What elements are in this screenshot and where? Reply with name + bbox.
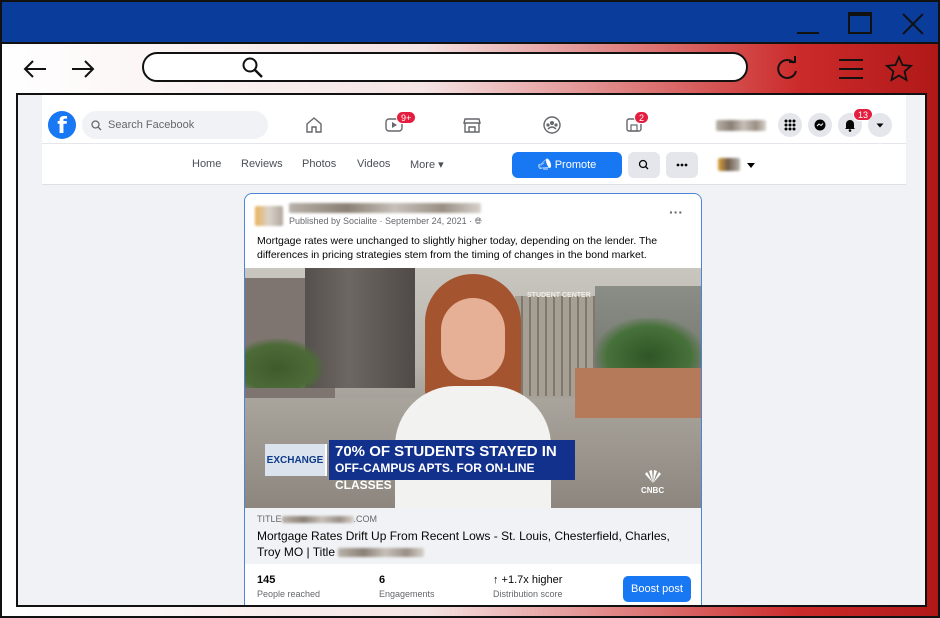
stat-engagements: 6 Engagements [379, 574, 435, 599]
reload-icon[interactable] [772, 54, 802, 84]
domain-redacted [281, 516, 354, 523]
account-menu-button[interactable] [868, 113, 892, 137]
post-video[interactable]: STUDENT CENTER EXCHANGE 70% OF STUDENTS … [245, 268, 701, 508]
post-options-button[interactable]: ··· [669, 204, 683, 220]
cnbc-logo: CNBC [641, 470, 665, 495]
minimize-icon[interactable] [794, 10, 822, 36]
brick-wall [575, 368, 701, 418]
facebook-search-input[interactable]: Search Facebook [82, 111, 268, 139]
search-icon [91, 120, 102, 131]
boost-post-button[interactable]: Boost post [623, 576, 691, 602]
post-card: Published by Socialite · September 24, 2… [244, 193, 702, 605]
post-meta-text: Published by Socialite · September 24, 2… [289, 216, 473, 226]
link-domain-suffix: .COM [353, 514, 378, 524]
close-icon[interactable] [900, 10, 928, 36]
distribution-label: Distribution score [493, 589, 563, 599]
search-icon [638, 159, 649, 170]
search-placeholder: Search Facebook [108, 119, 195, 131]
page-name-redacted [289, 203, 481, 213]
post-meta: Published by Socialite · September 24, 2… [289, 216, 482, 227]
caret-down-icon[interactable] [746, 160, 756, 170]
post-text: Mortgage rates were unchanged to slightl… [257, 235, 658, 261]
page-more-button[interactable] [666, 152, 698, 178]
engagements-value: 6 [379, 574, 386, 586]
marketplace-icon[interactable] [462, 115, 482, 135]
search-icon [242, 57, 263, 78]
page-avatar-redacted[interactable] [718, 158, 740, 171]
engagements-label: Engagements [379, 589, 435, 599]
peacock-icon [645, 470, 661, 483]
link-domain: TITLE .COM [257, 514, 691, 524]
watch-badge: 9+ [396, 111, 417, 124]
caret-down-icon [876, 123, 884, 128]
more-dots-icon [676, 163, 688, 167]
presenter-face [441, 298, 505, 380]
trees [245, 338, 325, 388]
link-domain-prefix: TITLE [257, 514, 282, 524]
notification-center-badge: 2 [634, 111, 650, 124]
bookmark-star-icon[interactable] [884, 54, 914, 84]
forward-arrow-icon[interactable] [68, 54, 98, 84]
promote-button[interactable]: 📣︎ Promote [512, 152, 622, 178]
headline-line2: OFF-CAMPUS APTS. FOR ON-LINE CLASSES [335, 461, 535, 492]
profile-name-redacted [716, 120, 766, 131]
reach-value: 145 [257, 574, 276, 586]
tab-videos[interactable]: Videos [357, 158, 390, 170]
tab-reviews[interactable]: Reviews [241, 158, 283, 170]
window-titlebar [2, 2, 938, 44]
back-arrow-icon[interactable] [20, 54, 50, 84]
page-subnav: Home Reviews Photos Videos More ▾ 📣︎ Pro… [42, 143, 906, 185]
messenger-icon [814, 119, 826, 131]
title-redacted [338, 548, 425, 557]
link-title: Mortgage Rates Drift Up From Recent Lows… [257, 528, 691, 560]
menu-grid-button[interactable] [778, 113, 802, 137]
post-stats: 145 People reached 6 Engagements ↑ +1.7x… [245, 564, 701, 605]
stat-distribution: ↑ +1.7x higher Distribution score [493, 574, 563, 599]
reach-label: People reached [257, 589, 321, 599]
groups-icon[interactable] [542, 115, 562, 135]
globe-icon: 🌐︎ [474, 216, 482, 226]
building-sign: STUDENT CENTER [527, 292, 591, 299]
menu-icon[interactable] [836, 54, 866, 84]
link-title-line1: Mortgage Rates Drift Up From Recent Lows… [257, 529, 670, 543]
page-avatar-redacted [255, 206, 283, 226]
browser-window: f Search Facebook 9+ 2 13 Home Reviews P… [0, 0, 940, 618]
browser-toolbar [2, 46, 938, 92]
maximize-icon[interactable] [848, 12, 872, 34]
distribution-value: ↑ +1.7x higher [493, 574, 563, 586]
facebook-logo[interactable]: f [48, 111, 76, 139]
megaphone-icon: 📣︎ [537, 159, 552, 171]
home-icon[interactable] [304, 115, 324, 135]
tab-photos[interactable]: Photos [302, 158, 336, 170]
show-logo: EXCHANGE [265, 444, 327, 476]
promote-label: Promote [554, 159, 597, 171]
headline-line1: 70% OF STUDENTS STAYED IN [335, 443, 557, 460]
page-viewport: f Search Facebook 9+ 2 13 Home Reviews P… [16, 93, 927, 607]
page-search-button[interactable] [628, 152, 660, 178]
messenger-button[interactable] [808, 113, 832, 137]
lower-third-graphic: EXCHANGE 70% OF STUDENTS STAYED IN OFF-C… [265, 440, 575, 492]
link-title-line2: Troy MO | Title [257, 545, 336, 559]
grid-icon [784, 119, 796, 131]
tab-home[interactable]: Home [192, 158, 221, 170]
link-preview[interactable]: TITLE .COM Mortgage Rates Drift Up From R… [245, 508, 701, 564]
address-bar[interactable] [142, 52, 748, 82]
video-headline: 70% OF STUDENTS STAYED IN OFF-CAMPUS APT… [329, 440, 575, 492]
network-label: CNBC [641, 486, 665, 495]
stat-reach: 145 People reached [257, 574, 320, 599]
tab-more[interactable]: More ▾ [410, 158, 444, 171]
